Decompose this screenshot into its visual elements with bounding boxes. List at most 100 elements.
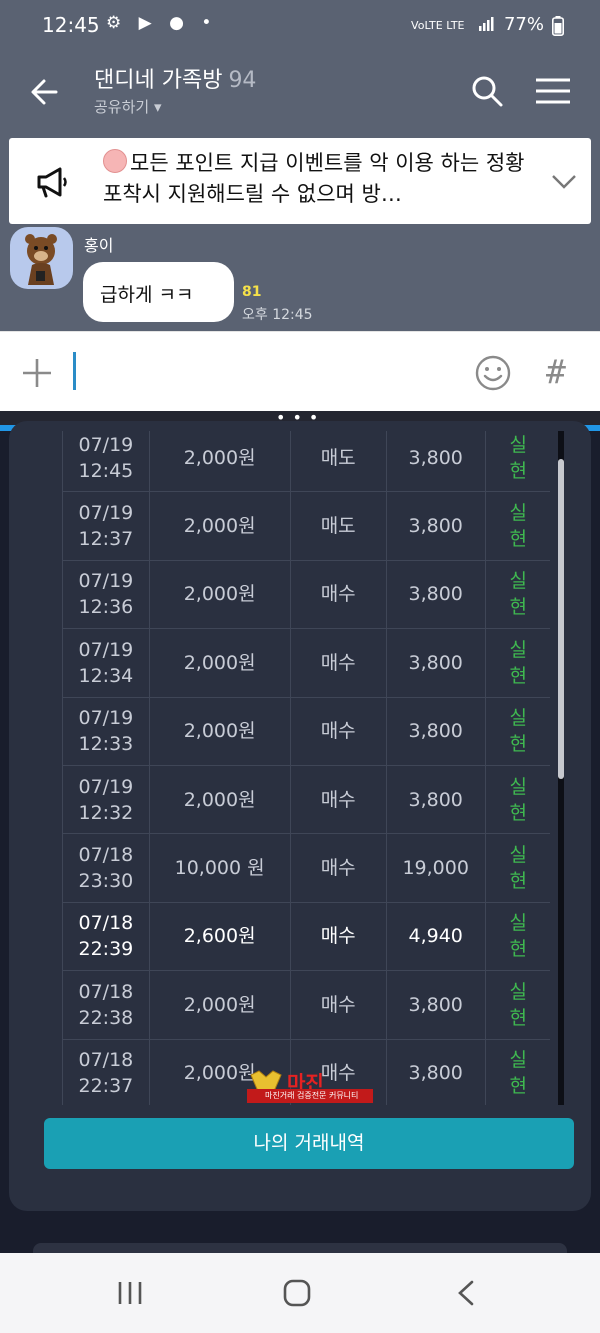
search-icon[interactable]	[470, 74, 504, 108]
scrollbar-thumb[interactable]	[558, 459, 564, 779]
network-indicator: VoLTE LTE	[411, 18, 465, 32]
my-trade-history-button[interactable]: 나의 거래내역	[44, 1118, 574, 1169]
trade-type: 매수	[289, 970, 387, 1040]
trade-time: 12:45	[78, 459, 134, 482]
trade-status-line1: 실	[509, 638, 528, 661]
table-row: 07/19 12:37 2,000원 매도 3,800 실 현	[62, 491, 550, 561]
trade-price: 3,800	[385, 764, 486, 835]
trade-datetime: 07/19 12:34	[62, 628, 150, 698]
trading-app: 07/19 12:45 2,000원 매도 3,800 실 현 07/19 12:37 2,000…	[0, 421, 600, 1257]
trade-amount: 2,000원	[148, 970, 291, 1040]
trade-time: 22:38	[78, 1006, 134, 1029]
menu-icon[interactable]	[534, 77, 572, 105]
trade-date: 07/18	[78, 844, 134, 867]
emoji-icon[interactable]	[474, 354, 512, 392]
trade-status: 실현	[484, 833, 550, 903]
trade-date: 07/19	[78, 707, 134, 730]
message-time: 오후 12:45	[242, 307, 313, 323]
trade-type: 매수	[289, 764, 387, 835]
trade-status-line2: 현	[509, 664, 528, 687]
message-input[interactable]	[73, 352, 76, 390]
trade-status-line2: 현	[509, 596, 528, 619]
trade-date: 07/19	[78, 775, 134, 798]
status-time: 12:45	[42, 13, 100, 37]
plus-icon[interactable]	[20, 356, 54, 390]
trade-type: 매수	[289, 696, 387, 766]
trade-status: 실현	[484, 628, 550, 698]
trade-price: 3,800	[385, 491, 486, 561]
chevron-down-icon[interactable]	[551, 168, 577, 194]
trade-amount: 2,000원	[148, 696, 291, 766]
message-bubble[interactable]: 급하게 ㅋㅋ	[83, 262, 234, 322]
trade-price: 3,800	[385, 431, 486, 493]
trade-status: 실현	[484, 901, 550, 972]
notice-text: 모든 포인트 지급 이벤트를 악 이용 하는 정황 포착시 지원해드릴 수 없으…	[103, 151, 525, 206]
message-input-bar: #	[0, 331, 600, 412]
status-bar: 12:45 ⚙ ▶ ● • VoLTE LTE 77%	[0, 0, 600, 46]
trade-price: 3,800	[385, 970, 486, 1040]
share-dropdown[interactable]: 공유하기 ▾	[94, 96, 162, 117]
trade-price: 3,800	[385, 696, 486, 766]
trade-status-line1: 실	[509, 1049, 528, 1072]
megaphone-icon	[37, 167, 67, 198]
notice-banner[interactable]: 모든 포인트 지급 이벤트를 악 이용 하는 정황 포착시 지원해드릴 수 없으…	[9, 138, 591, 224]
trade-table-scroll[interactable]: 07/19 12:45 2,000원 매도 3,800 실 현 07/19 12:37 2,000…	[52, 431, 550, 1105]
trade-status-line2: 현	[509, 459, 528, 482]
trade-status: 실현	[484, 559, 550, 630]
trade-status-line1: 실	[509, 980, 528, 1003]
nav-back-icon[interactable]	[454, 1279, 478, 1307]
trade-datetime: 07/18 22:39	[62, 901, 150, 972]
trade-status-line1: 실	[509, 502, 528, 525]
trade-status-line1: 실	[509, 912, 528, 935]
recent-apps-icon[interactable]	[116, 1279, 144, 1307]
member-count: 94	[228, 68, 257, 93]
trade-date: 07/18	[78, 1049, 134, 1072]
trade-date: 07/18	[78, 980, 134, 1003]
trade-status-line1: 실	[509, 570, 528, 593]
trade-status-line1: 실	[509, 775, 528, 798]
trade-time: 12:34	[78, 664, 134, 687]
trade-status-line1: 실	[509, 433, 528, 456]
trade-time: 22:37	[78, 1075, 134, 1098]
status-right: VoLTE LTE 77%	[411, 14, 544, 35]
trade-datetime: 07/18 22:38	[62, 970, 150, 1040]
trade-type: 매수	[289, 901, 387, 972]
trade-time: 12:37	[78, 528, 134, 551]
table-row: 07/18 22:38 2,000원 매수 3,800 실 현	[62, 970, 550, 1040]
trade-datetime: 07/19 12:36	[62, 559, 150, 630]
trade-status: 실현	[484, 431, 550, 493]
trade-table: 07/19 12:45 2,000원 매도 3,800 실 현 07/19 12:37 2,000…	[62, 431, 550, 1105]
trade-amount: 10,000 원	[148, 833, 291, 903]
trade-date: 07/19	[78, 638, 134, 661]
trade-datetime: 07/19 12:32	[62, 764, 150, 835]
trade-time: 12:33	[78, 733, 134, 756]
chat-room: 댄디네 가족방 94 공유하기 ▾ 모든 포인트 지급 이벤트를 악 이용 하는 …	[0, 46, 600, 331]
trade-time: 12:32	[78, 801, 134, 824]
unread-count: 81	[242, 284, 262, 300]
trade-time: 22:39	[78, 938, 134, 961]
trade-amount: 2,000원	[148, 628, 291, 698]
watermark-logo: 마진 마진거래 검증전문 커뮤니티	[245, 1069, 375, 1107]
trade-amount: 2,600원	[148, 901, 291, 972]
back-arrow-icon[interactable]	[26, 72, 66, 112]
hashtag-icon[interactable]: #	[546, 352, 566, 391]
trade-status-line2: 현	[509, 801, 528, 824]
trade-time: 12:36	[78, 596, 134, 619]
table-row: 07/19 12:45 2,000원 매도 3,800 실 현	[62, 431, 550, 493]
trade-status: 실현	[484, 696, 550, 766]
trade-status-line2: 현	[509, 528, 528, 551]
trade-status-line1: 실	[509, 707, 528, 730]
table-row: 07/18 23:30 10,000 원 매수 19,000 실 현	[62, 833, 550, 903]
trade-amount: 2,000원	[148, 764, 291, 835]
trade-type: 매도	[289, 431, 387, 493]
trade-status-line2: 현	[509, 938, 528, 961]
table-row: 07/18 22:39 2,600원 매수 4,940 실 현	[62, 901, 550, 972]
home-icon[interactable]	[282, 1278, 312, 1308]
emoticon-icon	[103, 149, 127, 173]
message-text: 급하게 ㅋㅋ	[100, 284, 194, 306]
trade-price: 3,800	[385, 1038, 486, 1105]
trade-type: 매수	[289, 628, 387, 698]
trade-amount: 2,000원	[148, 559, 291, 630]
avatar[interactable]	[10, 227, 73, 289]
trade-datetime: 07/19 12:45	[62, 431, 150, 493]
